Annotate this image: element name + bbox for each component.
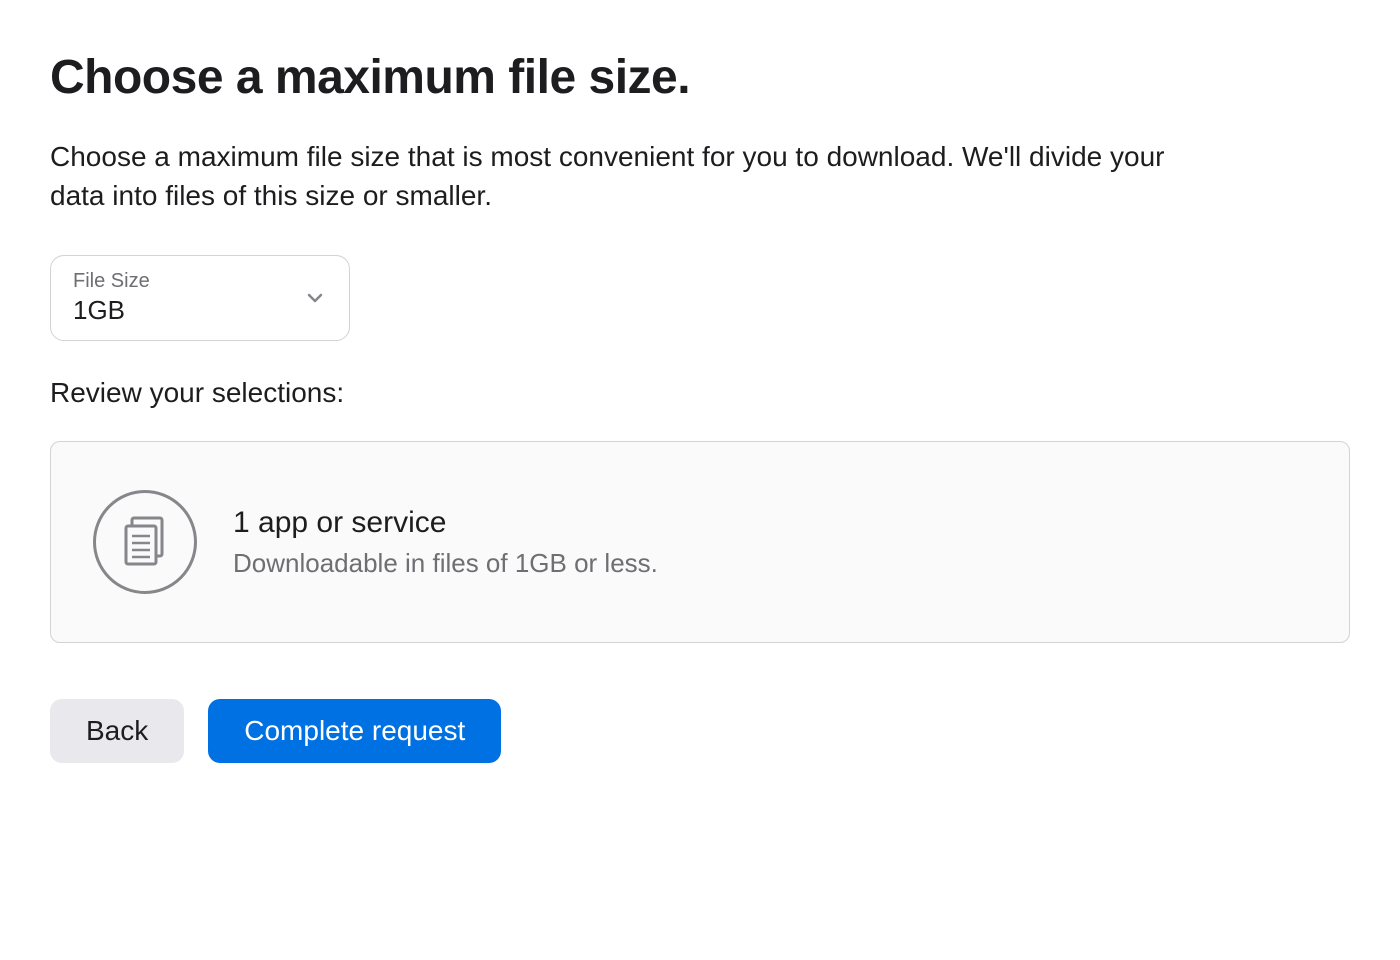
summary-title: 1 app or service [233, 506, 658, 540]
file-size-label: File Size [73, 270, 150, 293]
page-description: Choose a maximum file size that is most … [50, 137, 1200, 215]
file-size-select[interactable]: File Size 1GB [50, 255, 350, 341]
review-heading: Review your selections: [50, 377, 1350, 409]
back-button[interactable]: Back [50, 699, 184, 763]
summary-subtitle: Downloadable in files of 1GB or less. [233, 548, 658, 579]
file-size-value: 1GB [73, 295, 150, 326]
chevron-down-icon [303, 286, 327, 310]
page-title: Choose a maximum file size. [50, 50, 1350, 105]
documents-icon [93, 490, 197, 594]
summary-card: 1 app or service Downloadable in files o… [50, 441, 1350, 643]
button-row: Back Complete request [50, 699, 1350, 763]
complete-request-button[interactable]: Complete request [208, 699, 501, 763]
